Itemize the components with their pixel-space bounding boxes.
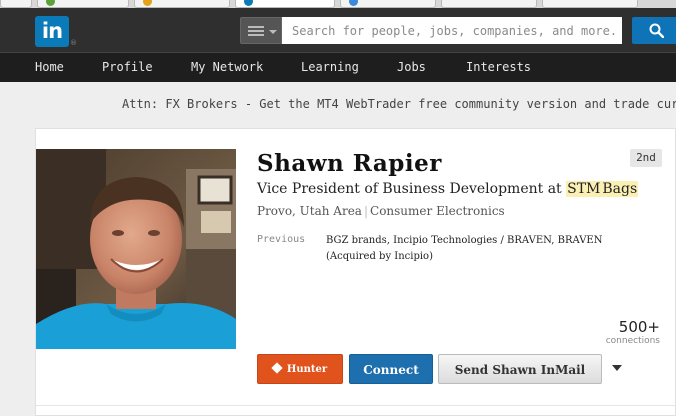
profile-photo[interactable] — [36, 149, 236, 349]
profile-headline: Vice President of Business Development a… — [257, 181, 639, 197]
connect-button[interactable]: Connect — [349, 354, 433, 384]
tab-favicon-icon — [143, 0, 152, 6]
magnifier-icon — [649, 23, 664, 38]
profile-location[interactable]: Provo, Utah Area — [257, 204, 362, 218]
hunter-button[interactable]: Hunter — [257, 354, 343, 384]
profile-location-row: Provo, Utah Area | Consumer Electronics — [257, 204, 505, 218]
browser-tab[interactable] — [441, 0, 537, 8]
tab-favicon-icon — [46, 0, 55, 6]
nav-item-home[interactable]: Home — [35, 60, 64, 74]
tab-favicon-icon — [244, 0, 253, 6]
browser-tab[interactable] — [340, 0, 436, 8]
browser-tab-active[interactable] — [235, 0, 335, 8]
browser-tab[interactable] — [37, 0, 129, 8]
headline-company-link[interactable]: Bags — [601, 181, 639, 197]
nav-item-profile[interactable]: Profile — [102, 60, 153, 74]
caret-down-icon — [269, 30, 277, 34]
main-nav: Home Profile My Network Learning Jobs In… — [0, 52, 676, 82]
announcement-link[interactable]: Attn: FX Brokers - Get the MT4 WebTrader… — [122, 97, 676, 111]
nav-item-interests[interactable]: Interests — [466, 60, 531, 74]
profile-name: Shawn Rapier — [257, 150, 442, 177]
browser-tab-strip — [0, 0, 676, 8]
profile-industry[interactable]: Consumer Electronics — [370, 204, 505, 218]
profile-photo-image — [36, 149, 236, 349]
diamond-icon — [271, 362, 283, 374]
nav-item-learning[interactable]: Learning — [301, 60, 359, 74]
browser-tab[interactable] — [542, 0, 638, 8]
registered-mark-icon: ® — [70, 39, 77, 47]
connection-degree-badge: 2nd — [630, 149, 662, 167]
connections-label: connections — [605, 336, 660, 346]
search-input[interactable] — [282, 17, 622, 44]
send-inmail-button[interactable]: Send Shawn InMail — [438, 354, 602, 384]
search-category-button[interactable] — [240, 17, 282, 44]
browser-tab[interactable] — [134, 0, 230, 8]
nav-item-jobs[interactable]: Jobs — [397, 60, 426, 74]
separator: | — [363, 204, 369, 218]
search-button[interactable] — [632, 17, 676, 44]
profile-card: Shawn Rapier 2nd Vice President of Busin… — [35, 128, 676, 416]
nav-item-my-network[interactable]: My Network — [191, 60, 263, 74]
headline-title: Vice President of Business Development a… — [257, 181, 562, 197]
browser-tab[interactable] — [0, 0, 32, 8]
tab-favicon-icon — [349, 0, 358, 6]
connections-count: 500+ — [618, 318, 660, 336]
top-header: in ® — [0, 8, 676, 52]
hunter-button-label: Hunter — [286, 364, 328, 375]
headline-company-link[interactable]: STM — [566, 181, 602, 197]
previous-label: Previous — [257, 234, 306, 245]
more-actions-caret-icon[interactable] — [612, 365, 622, 371]
card-divider — [36, 405, 676, 406]
linkedin-logo[interactable]: in — [35, 16, 69, 47]
previous-companies[interactable]: BGZ brands, Incipio Technologies / BRAVE… — [326, 233, 626, 265]
list-icon — [248, 26, 264, 37]
